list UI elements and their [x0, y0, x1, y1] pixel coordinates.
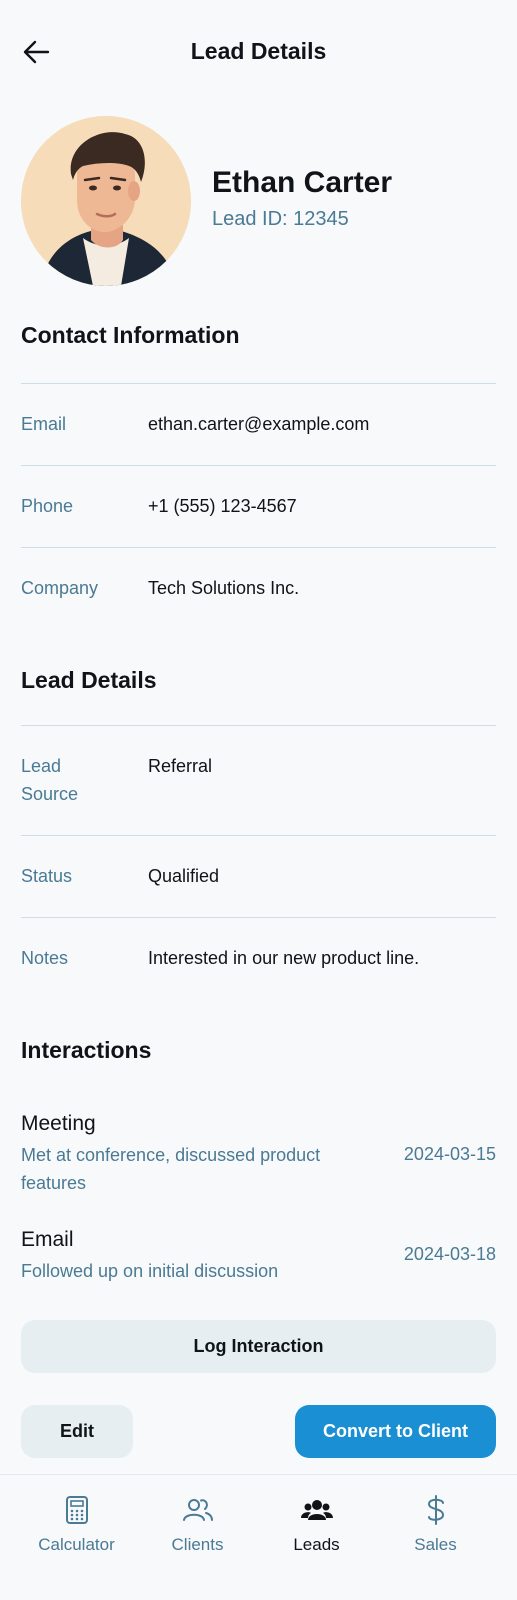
- nav-label: Sales: [414, 1535, 457, 1554]
- edit-button[interactable]: Edit: [21, 1405, 133, 1458]
- profile-card: Ethan Carter Lead ID: 12345: [21, 116, 496, 288]
- interactions-section-title: Interactions: [21, 1037, 152, 1063]
- lead-details-section-title: Lead Details: [21, 667, 157, 693]
- row-label-line: Lead: [21, 756, 62, 776]
- nav-item-leads[interactable]: Leads: [256, 1475, 377, 1585]
- phone-value[interactable]: +1 (555) 123-4567: [148, 492, 297, 520]
- nav-label: Calculator: [38, 1535, 115, 1554]
- row-label: Company: [21, 578, 99, 598]
- interaction-description: Met at conference, discussed product fea…: [21, 1141, 376, 1197]
- row-label: Status: [21, 866, 73, 886]
- contact-row-company: Company Tech Solutions Inc.: [21, 547, 496, 629]
- nav-item-clients[interactable]: Clients: [137, 1475, 258, 1585]
- convert-to-client-button[interactable]: Convert to Client: [295, 1405, 496, 1458]
- users-icon: [182, 1499, 213, 1521]
- email-value[interactable]: ethan.carter@example.com: [148, 410, 369, 438]
- interaction-type: Meeting: [21, 1112, 96, 1135]
- nav-item-calculator[interactable]: Calculator: [16, 1475, 137, 1585]
- lead-row-source: Lead Source Referral: [21, 725, 496, 835]
- lead-name: Ethan Carter: [212, 166, 393, 199]
- contact-info-list: Email ethan.carter@example.com Phone +1 …: [21, 383, 496, 629]
- interaction-description-line: features: [21, 1173, 87, 1193]
- interaction-item[interactable]: Meeting Met at conference, discussed pro…: [21, 1112, 496, 1202]
- interaction-description: Followed up on initial discussion: [21, 1261, 279, 1281]
- page-title: Lead Details: [190, 38, 327, 64]
- interaction-date: 2024-03-18: [403, 1244, 496, 1264]
- status-value: Qualified: [148, 866, 220, 886]
- log-interaction-button[interactable]: Log Interaction: [21, 1320, 496, 1373]
- nav-label: Clients: [171, 1535, 224, 1554]
- lead-source-value: Referral: [148, 756, 213, 776]
- group-icon: [300, 1500, 333, 1520]
- dollar-icon: [427, 1495, 444, 1525]
- row-label-line: Source: [21, 784, 79, 804]
- nav-label: Leads: [293, 1535, 340, 1554]
- row-label: Phone: [21, 496, 74, 516]
- interaction-type: Email: [21, 1228, 74, 1251]
- contact-section-title: Contact Information: [21, 322, 240, 348]
- row-label: Lead Source: [21, 752, 78, 808]
- row-label: Notes: [21, 948, 69, 968]
- nav-item-sales[interactable]: Sales: [375, 1475, 496, 1585]
- avatar: [21, 116, 191, 286]
- lead-id: Lead ID: 12345: [212, 208, 349, 230]
- interaction-description-line: Met at conference, discussed product: [21, 1145, 321, 1165]
- bottom-nav: Calculator Clients Leads Sales: [0, 1474, 517, 1600]
- interaction-item[interactable]: Email Followed up on initial discussion …: [21, 1228, 496, 1288]
- lead-row-status: Status Qualified: [21, 835, 496, 917]
- calculator-icon: [65, 1496, 88, 1524]
- contact-row-phone: Phone +1 (555) 123-4567: [21, 465, 496, 547]
- row-label: Email: [21, 414, 67, 434]
- company-value: Tech Solutions Inc.: [148, 578, 300, 598]
- lead-details-list: Lead Source Referral Status Qualified No…: [21, 725, 496, 999]
- top-bar: Lead Details: [0, 0, 517, 105]
- contact-row-email: Email ethan.carter@example.com: [21, 383, 496, 465]
- notes-value: Interested in our new product line.: [148, 948, 420, 968]
- interaction-date: 2024-03-15: [403, 1144, 496, 1164]
- lead-details-screen: Lead Details Ethan Carter Lead ID: 12345…: [0, 0, 517, 1600]
- lead-row-notes: Notes Interested in our new product line…: [21, 917, 496, 999]
